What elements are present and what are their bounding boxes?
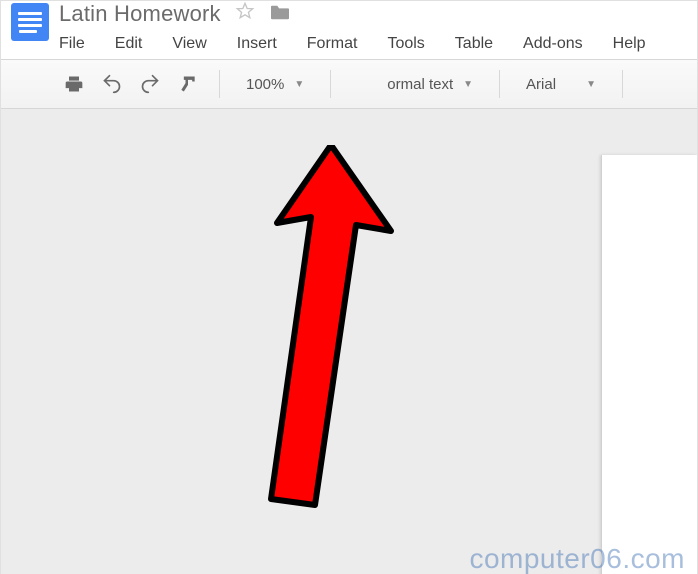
app-window: Latin Homework File Edit View Insert For…: [0, 0, 698, 574]
header: Latin Homework File Edit View Insert For…: [1, 1, 697, 59]
menu-insert[interactable]: Insert: [237, 31, 293, 59]
docs-logo-icon[interactable]: [11, 3, 49, 41]
menu-addons[interactable]: Add-ons: [523, 31, 599, 59]
caret-down-icon: ▼: [294, 79, 304, 90]
watermark-text: computer06.com: [469, 543, 685, 574]
zoom-select[interactable]: 100% ▼: [236, 69, 314, 99]
zoom-value: 100%: [246, 76, 284, 93]
paragraph-style-value: ormal text: [387, 76, 453, 93]
font-select[interactable]: Arial ▼: [516, 69, 606, 99]
paint-format-icon[interactable]: [173, 69, 203, 99]
star-icon[interactable]: [235, 1, 255, 27]
annotation-arrow-icon: [171, 145, 401, 525]
toolbar: 100% ▼ ormal text ▼ Arial ▼: [1, 59, 697, 109]
menu-table[interactable]: Table: [455, 31, 509, 59]
separator: [330, 70, 331, 98]
caret-down-icon: ▼: [586, 79, 596, 90]
folder-icon[interactable]: [269, 3, 291, 26]
workspace: computer06.com: [1, 109, 697, 574]
caret-down-icon: ▼: [463, 79, 473, 90]
document-page[interactable]: [601, 155, 697, 574]
logo-column: [1, 1, 59, 41]
menu-view[interactable]: View: [172, 31, 222, 59]
document-title[interactable]: Latin Homework: [59, 1, 221, 27]
title-column: Latin Homework File Edit View Insert For…: [59, 1, 697, 59]
menubar: File Edit View Insert Format Tools Table…: [59, 31, 697, 59]
menu-file[interactable]: File: [59, 31, 101, 59]
menu-format[interactable]: Format: [307, 31, 374, 59]
separator: [499, 70, 500, 98]
separator: [219, 70, 220, 98]
font-value: Arial: [526, 76, 556, 93]
title-row: Latin Homework: [59, 1, 697, 31]
print-icon[interactable]: [59, 69, 89, 99]
separator: [622, 70, 623, 98]
menu-help[interactable]: Help: [613, 31, 662, 59]
menu-tools[interactable]: Tools: [387, 31, 440, 59]
undo-icon[interactable]: [97, 69, 127, 99]
menu-edit[interactable]: Edit: [115, 31, 159, 59]
redo-icon[interactable]: [135, 69, 165, 99]
paragraph-style-select[interactable]: ormal text ▼: [347, 69, 483, 99]
